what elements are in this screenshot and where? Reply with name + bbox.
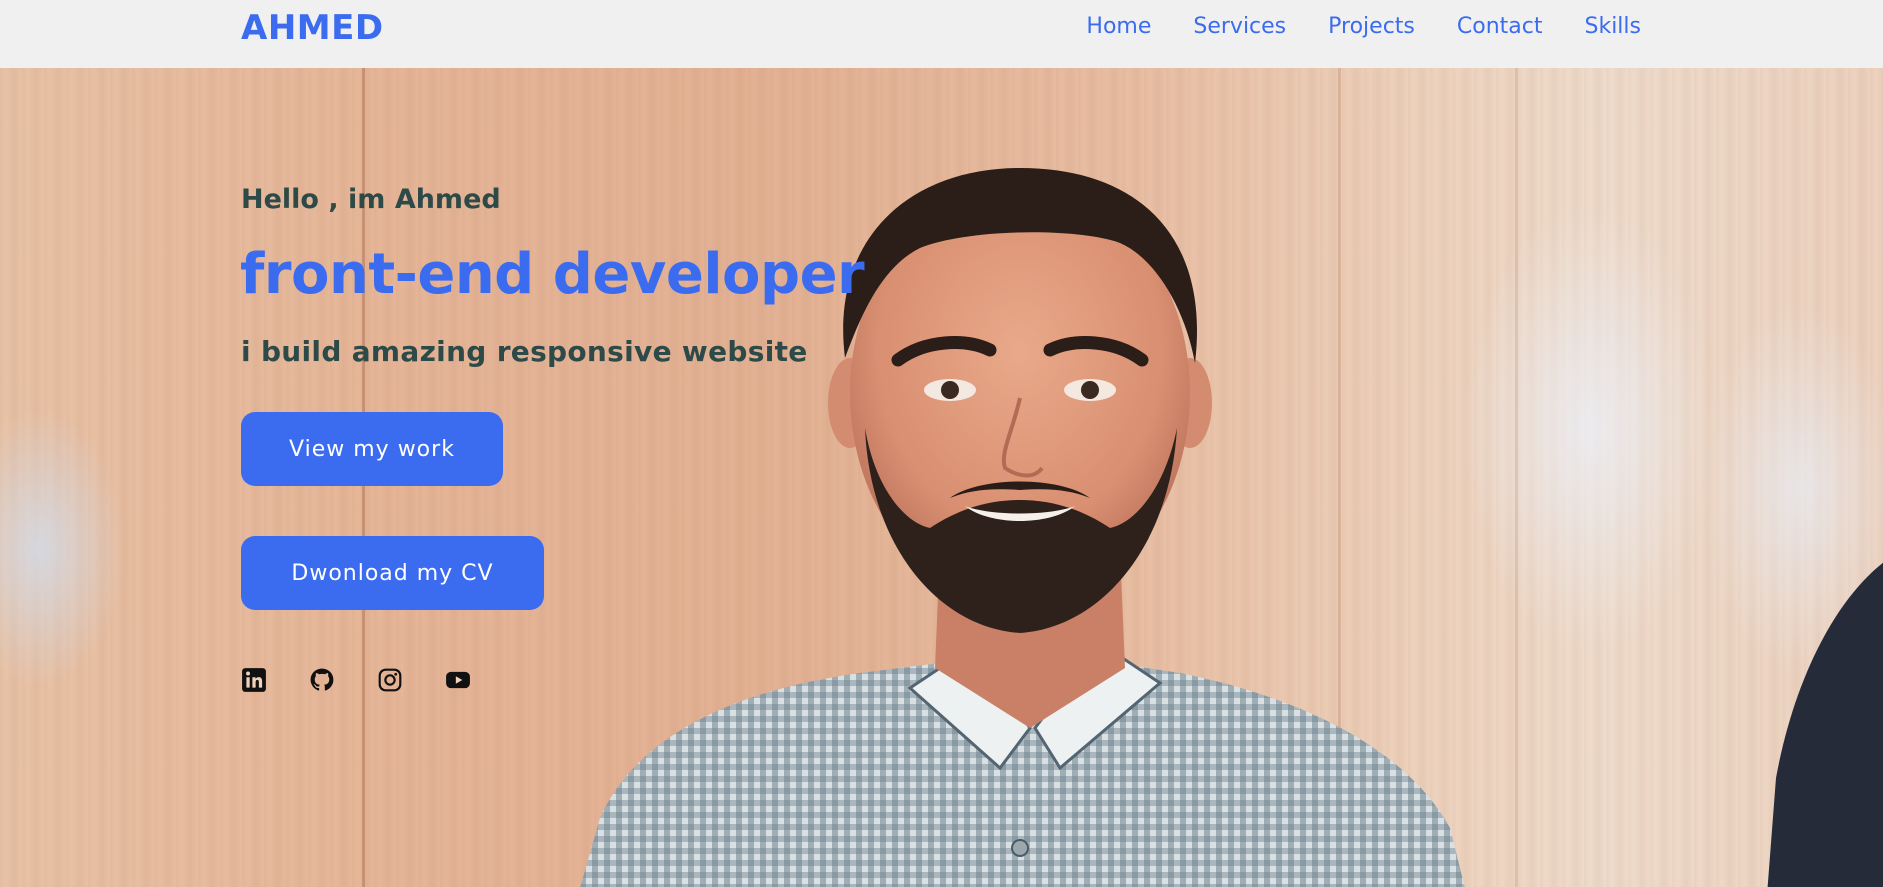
view-work-button[interactable]: View my work xyxy=(241,412,503,486)
instagram-icon[interactable] xyxy=(377,667,403,693)
linkedin-icon[interactable] xyxy=(241,667,267,693)
hero-tagline: i build amazing responsive website xyxy=(241,335,808,368)
hero-greeting: Hello , im Ahmed xyxy=(241,184,501,215)
github-icon[interactable] xyxy=(309,667,335,693)
site-logo[interactable]: AHMED xyxy=(241,8,384,48)
nav-skills[interactable]: Skills xyxy=(1584,14,1641,39)
nav-links: Home Services Projects Contact Skills xyxy=(1086,14,1641,39)
wood-plank-line xyxy=(1515,68,1518,887)
hero-headline: front-end developer xyxy=(240,242,865,307)
social-links xyxy=(241,667,471,693)
nav-contact[interactable]: Contact xyxy=(1457,14,1543,39)
navbar: AHMED Home Services Projects Contact Ski… xyxy=(0,0,1883,68)
nav-home[interactable]: Home xyxy=(1086,14,1151,39)
nav-services[interactable]: Services xyxy=(1193,14,1286,39)
nav-projects[interactable]: Projects xyxy=(1328,14,1415,39)
hero-section: Hello , im Ahmed front-end developer i b… xyxy=(0,68,1883,887)
download-cv-button[interactable]: Dwonload my CV xyxy=(241,536,544,610)
youtube-icon[interactable] xyxy=(445,667,471,693)
background-person xyxy=(1767,562,1883,887)
